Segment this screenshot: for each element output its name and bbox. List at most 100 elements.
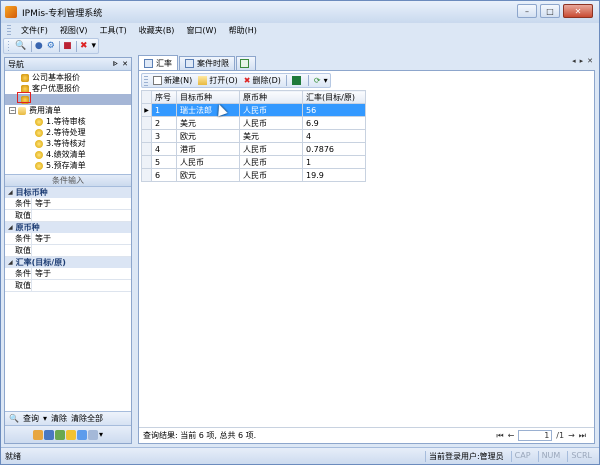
cell-no[interactable]: 2 bbox=[151, 116, 177, 130]
cell-source[interactable]: 美元 bbox=[239, 129, 303, 143]
condition-group-target-currency[interactable]: ◢ 目标币种 bbox=[5, 187, 131, 198]
open-button[interactable]: 打开(O) bbox=[195, 75, 241, 86]
condition-row[interactable]: 条件 等于 bbox=[5, 233, 131, 245]
cell-no[interactable]: 4 bbox=[151, 142, 177, 156]
tab-exchange-rate[interactable]: 汇率 bbox=[138, 55, 178, 70]
condition-group-source-currency[interactable]: ◢ 原币种 bbox=[5, 222, 131, 233]
table-row[interactable]: 5 人民币 人民币 1 bbox=[141, 155, 366, 169]
maximize-button[interactable]: □ bbox=[540, 4, 560, 18]
cell-rate[interactable]: 19.9 bbox=[302, 168, 366, 182]
users-icon[interactable]: ● bbox=[35, 40, 43, 52]
cell-target[interactable]: 欧元 bbox=[176, 168, 240, 182]
condition-value[interactable]: 等于 bbox=[32, 268, 131, 279]
cell-source[interactable]: 人民币 bbox=[239, 168, 303, 182]
table-row[interactable]: 6 欧元 人民币 19.9 bbox=[141, 168, 366, 182]
cell-source[interactable]: 人民币 bbox=[239, 142, 303, 156]
cell-source[interactable]: 人民币 bbox=[239, 155, 303, 169]
collapse-expander[interactable]: − bbox=[9, 107, 16, 114]
cell-target[interactable]: 港币 bbox=[176, 142, 240, 156]
condition-value[interactable]: 等于 bbox=[32, 198, 131, 209]
minimize-button[interactable]: – bbox=[517, 4, 537, 18]
search-icon[interactable]: 🔍 bbox=[15, 40, 26, 52]
menu-view[interactable]: 视图(V) bbox=[54, 25, 94, 36]
condition-value[interactable]: 等于 bbox=[32, 233, 131, 244]
cell-target[interactable]: 欧元 bbox=[176, 129, 240, 143]
condition-value[interactable] bbox=[32, 210, 131, 221]
condition-value[interactable] bbox=[32, 245, 131, 256]
cell-target[interactable]: 瑞士法郎 bbox=[176, 103, 240, 117]
last-page-icon[interactable]: ⏭ bbox=[579, 431, 586, 441]
condition-row[interactable]: 取值 bbox=[5, 210, 131, 222]
delete-button[interactable]: ✖ 删除(D) bbox=[241, 75, 284, 86]
toolbar-overflow-icon[interactable]: ▾ bbox=[91, 40, 96, 52]
tab-case-deadline[interactable]: 案件时限 bbox=[179, 56, 235, 70]
condition-value[interactable] bbox=[32, 280, 131, 291]
documents-module-icon[interactable] bbox=[43, 429, 54, 440]
column-header-rate[interactable]: 汇率(目标/原) bbox=[302, 90, 366, 104]
query-icon[interactable]: 🔍 bbox=[9, 414, 19, 423]
next-page-icon[interactable]: → bbox=[568, 431, 575, 440]
cell-no[interactable]: 1 bbox=[151, 103, 177, 117]
table-row[interactable]: 2 美元 人民币 6.9 bbox=[141, 116, 366, 130]
tree-item-fee-list[interactable]: − 费用清单 bbox=[5, 105, 131, 116]
table-row[interactable]: 4 港币 人民币 0.7876 bbox=[141, 142, 366, 156]
pin-icon[interactable]: ᐈ bbox=[113, 60, 118, 69]
settings-icon[interactable]: ⚙ bbox=[47, 40, 55, 52]
cell-rate[interactable]: 56 bbox=[302, 103, 366, 117]
cell-target[interactable]: 美元 bbox=[176, 116, 240, 130]
tab-next-icon[interactable]: ▸ bbox=[580, 57, 584, 65]
column-header-target-currency[interactable]: 目标币种 bbox=[176, 90, 240, 104]
menu-help[interactable]: 帮助(H) bbox=[223, 25, 263, 36]
collapse-triangle-icon[interactable]: ◢ bbox=[8, 224, 13, 231]
cell-rate[interactable]: 0.7876 bbox=[302, 142, 366, 156]
first-page-icon[interactable]: ⏮ bbox=[496, 431, 503, 441]
prev-page-icon[interactable]: ← bbox=[508, 431, 515, 440]
cell-target[interactable]: 人民币 bbox=[176, 155, 240, 169]
contacts-module-icon[interactable] bbox=[54, 429, 65, 440]
module-overflow-icon[interactable]: ▾ bbox=[99, 430, 103, 439]
export-excel-button[interactable] bbox=[289, 76, 306, 85]
refresh-button[interactable]: ⟳ bbox=[311, 76, 324, 85]
query-dropdown-icon[interactable]: ▾ bbox=[43, 414, 47, 423]
table-row[interactable]: ▶ 1 瑞士法郎 人民币 56 bbox=[141, 103, 366, 117]
reports-module-icon[interactable] bbox=[76, 429, 87, 440]
fees-module-icon[interactable] bbox=[65, 429, 76, 440]
tree-item-company-quote[interactable]: 公司基本报价 bbox=[5, 72, 131, 83]
menu-window[interactable]: 窗口(W) bbox=[180, 25, 222, 36]
new-tab-button[interactable] bbox=[236, 56, 256, 70]
column-header-no[interactable]: 序号 bbox=[151, 90, 177, 104]
patent-module-icon[interactable] bbox=[32, 429, 43, 440]
condition-row[interactable]: 条件 等于 bbox=[5, 198, 131, 210]
tree-item-pending-check[interactable]: 3.等待核对 bbox=[5, 138, 131, 149]
cell-no[interactable]: 5 bbox=[151, 155, 177, 169]
settings-module-icon[interactable] bbox=[87, 429, 98, 440]
table-row[interactable]: 3 欧元 美元 4 bbox=[141, 129, 366, 143]
collapse-triangle-icon[interactable]: ◢ bbox=[8, 189, 13, 196]
exit-icon[interactable]: ✖ bbox=[80, 40, 88, 52]
tree-item-performance[interactable]: 4.绩效清单 bbox=[5, 149, 131, 160]
menu-file[interactable]: 文件(F) bbox=[15, 25, 54, 36]
cell-rate[interactable]: 1 bbox=[302, 155, 366, 169]
menubar-grip[interactable] bbox=[7, 25, 11, 35]
toolbar-overflow-icon[interactable]: ▾ bbox=[324, 76, 328, 85]
tree-item-prepaid[interactable]: 5.预存清单 bbox=[5, 160, 131, 171]
toolbar-grip[interactable] bbox=[144, 75, 148, 86]
column-header-source-currency[interactable]: 原币种 bbox=[239, 90, 303, 104]
cell-source[interactable]: 人民币 bbox=[239, 116, 303, 130]
page-number-input[interactable]: 1 bbox=[518, 430, 553, 441]
condition-group-rate[interactable]: ◢ 汇率(目标/原) bbox=[5, 257, 131, 268]
menu-favorites[interactable]: 收藏夹(B) bbox=[133, 25, 181, 36]
cell-rate[interactable]: 6.9 bbox=[302, 116, 366, 130]
tree-item-pending-process[interactable]: 2.等待处理 bbox=[5, 127, 131, 138]
condition-row[interactable]: 取值 bbox=[5, 245, 131, 257]
close-window-button[interactable]: ✕ bbox=[563, 4, 593, 18]
clear-button[interactable]: 清除 bbox=[51, 413, 67, 424]
cell-no[interactable]: 3 bbox=[151, 129, 177, 143]
cell-source[interactable]: 人民币 bbox=[239, 103, 303, 117]
condition-row[interactable]: 取值 bbox=[5, 280, 131, 292]
toolbar-grip[interactable] bbox=[8, 41, 10, 51]
condition-row[interactable]: 条件 等于 bbox=[5, 268, 131, 280]
clear-all-button[interactable]: 清除全部 bbox=[71, 413, 103, 424]
menu-tools[interactable]: 工具(T) bbox=[94, 25, 133, 36]
close-icon[interactable]: ✕ bbox=[122, 60, 128, 69]
